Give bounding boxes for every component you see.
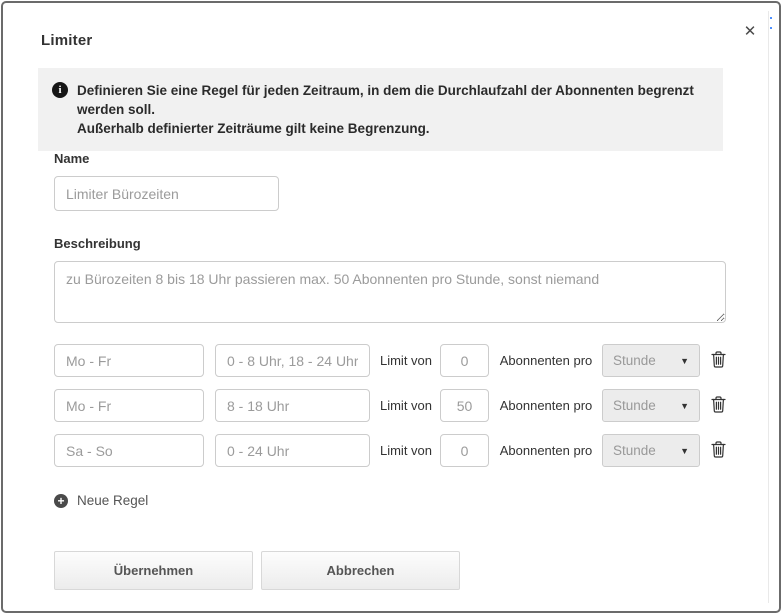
close-icon[interactable]: ✕ (741, 22, 759, 40)
abonnenten-pro-label: Abonnenten pro (499, 398, 593, 413)
cancel-button[interactable]: Abbrechen (261, 551, 460, 590)
chevron-down-icon: ▼ (680, 446, 689, 456)
chevron-down-icon: ▼ (680, 356, 689, 366)
limit-von-label: Limit von (379, 398, 433, 413)
info-text-line1: Definieren Sie eine Regel für jeden Zeit… (77, 81, 707, 119)
name-label: Name (54, 151, 726, 166)
unit-select-value: Stunde (613, 398, 656, 413)
info-text-line2: Außerhalb definierter Zeiträume gilt kei… (77, 119, 707, 138)
scrollbar-dot (770, 17, 772, 19)
add-rule-button[interactable]: + Neue Regel (54, 493, 148, 508)
scrollbar-dot (770, 27, 772, 29)
unit-select[interactable]: Stunde ▼ (602, 389, 700, 422)
trash-icon (711, 441, 726, 461)
rule-row: Limit von Abonnenten pro Stunde ▼ (54, 434, 726, 467)
scrollbar-track (768, 11, 769, 603)
unit-select[interactable]: Stunde ▼ (602, 434, 700, 467)
abonnenten-pro-label: Abonnenten pro (499, 443, 593, 458)
info-icon: i (52, 82, 68, 98)
limit-von-label: Limit von (379, 353, 433, 368)
plus-icon: + (54, 494, 68, 508)
delete-rule-button[interactable] (710, 352, 726, 370)
trash-icon (711, 396, 726, 416)
info-text: Definieren Sie eine Regel für jeden Zeit… (77, 81, 707, 138)
abonnenten-pro-label: Abonnenten pro (499, 353, 593, 368)
add-rule-label: Neue Regel (77, 493, 148, 508)
limit-input[interactable] (440, 389, 489, 422)
unit-select-value: Stunde (613, 353, 656, 368)
limit-von-label: Limit von (379, 443, 433, 458)
description-label: Beschreibung (54, 236, 726, 251)
days-input[interactable] (54, 389, 204, 422)
days-input[interactable] (54, 344, 204, 377)
limit-input[interactable] (440, 344, 489, 377)
times-input[interactable] (215, 389, 370, 422)
unit-select-value: Stunde (613, 443, 656, 458)
name-input[interactable] (54, 176, 279, 211)
limit-input[interactable] (440, 434, 489, 467)
times-input[interactable] (215, 344, 370, 377)
dialog-title: Limiter (41, 32, 92, 49)
rule-row: Limit von Abonnenten pro Stunde ▼ (54, 344, 726, 377)
days-input[interactable] (54, 434, 204, 467)
rule-row: Limit von Abonnenten pro Stunde ▼ (54, 389, 726, 422)
delete-rule-button[interactable] (710, 442, 726, 460)
delete-rule-button[interactable] (710, 397, 726, 415)
times-input[interactable] (215, 434, 370, 467)
apply-button[interactable]: Übernehmen (54, 551, 253, 590)
rules-list: Limit von Abonnenten pro Stunde ▼ (54, 344, 726, 467)
description-textarea[interactable]: zu Bürozeiten 8 bis 18 Uhr passieren max… (54, 261, 726, 323)
chevron-down-icon: ▼ (680, 401, 689, 411)
limiter-dialog: Limiter ✕ i Definieren Sie eine Regel fü… (1, 1, 781, 613)
unit-select[interactable]: Stunde ▼ (602, 344, 700, 377)
trash-icon (711, 351, 726, 371)
